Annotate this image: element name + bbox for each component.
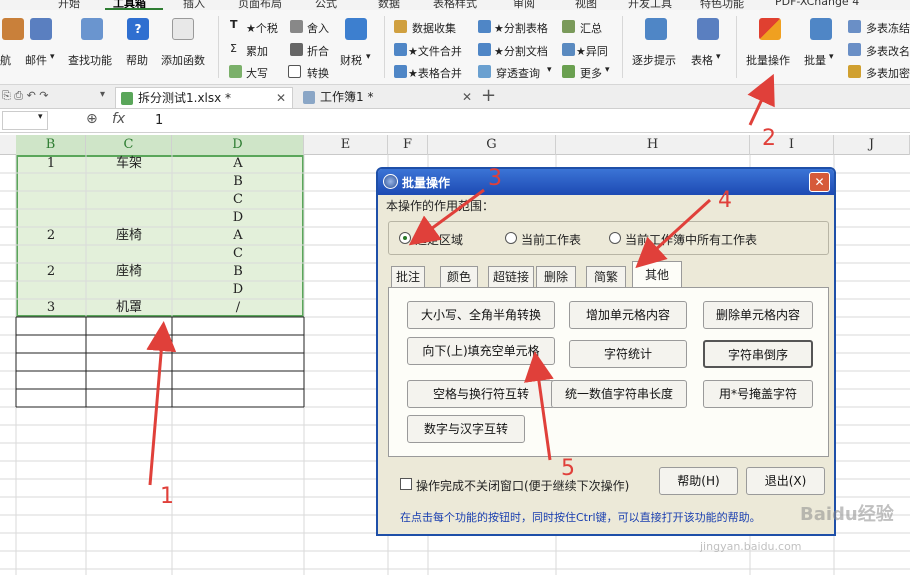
- arrow-4: [635, 198, 712, 269]
- arrow-1: [146, 321, 177, 486]
- arrow-2: [747, 73, 775, 126]
- arrow-5: [524, 351, 554, 461]
- watermark-url: jingyan.baidu.com: [700, 540, 802, 553]
- annotation-1: 1: [160, 484, 174, 509]
- annotation-arrows: [146, 73, 775, 486]
- watermark-brand: Baidu经验: [800, 504, 894, 525]
- annotation-5: 5: [561, 456, 575, 481]
- annotation-4: 4: [718, 188, 732, 213]
- annotation-2: 2: [762, 126, 776, 151]
- arrow-3: [408, 188, 485, 246]
- annotation-3: 3: [488, 166, 502, 191]
